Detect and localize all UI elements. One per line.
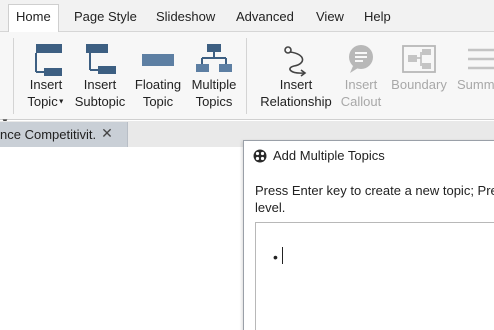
dialog-instruction: Press Enter key to create a new topic; P…	[255, 182, 494, 216]
multiple-topics-label-2: Topics	[195, 94, 233, 109]
multiple-topics-label-1: Multiple	[191, 77, 237, 92]
dialog-title: Add Multiple Topics	[273, 148, 385, 163]
close-icon[interactable]: ✕	[100, 125, 114, 141]
menu-slideshow[interactable]: Slideshow	[156, 4, 215, 29]
multiple-topics-button[interactable]: Multiple Topics	[188, 38, 240, 116]
app-logo-icon	[253, 149, 267, 166]
insert-callout-label-1: Insert	[344, 77, 378, 92]
insert-topic-label-2: Topic▼	[27, 94, 65, 109]
chevron-down-icon[interactable]: ▼	[58, 99, 65, 106]
insert-relationship-button[interactable]: Insert Relationship	[256, 38, 336, 116]
boundary-button[interactable]: Boundary	[388, 38, 450, 116]
insert-topic-icon	[26, 42, 66, 81]
summary-label: Summ	[457, 77, 494, 92]
boundary-label: Boundary	[391, 77, 447, 92]
document-tab[interactable]: nce Competitivit... ✕	[0, 122, 128, 147]
add-multiple-topics-dialog: Add Multiple Topics Press Enter key to c…	[243, 140, 494, 330]
ribbon-toolbar: ▼ Insert Topic▼	[0, 32, 494, 126]
insert-relationship-label-2: Relationship	[260, 94, 332, 109]
insert-topic-button[interactable]: Insert Topic▼	[21, 38, 71, 116]
document-tab-label: nce Competitivit...	[0, 127, 96, 142]
insert-callout-button[interactable]: Insert Callout	[336, 38, 386, 116]
floating-topic-label-1: Floating	[134, 77, 182, 92]
dialog-instruction-line-1: Press Enter key to create a new topic; P…	[255, 183, 494, 198]
menu-view[interactable]: View	[316, 4, 344, 29]
callout-icon	[341, 42, 381, 81]
menu-page-style[interactable]: Page Style	[74, 4, 137, 29]
ribbon-separator	[246, 38, 247, 114]
relationship-icon	[276, 42, 316, 81]
text-cursor	[282, 247, 283, 264]
insert-subtopic-icon	[80, 42, 120, 81]
summary-icon	[466, 42, 494, 81]
dialog-instruction-line-2: level.	[255, 200, 286, 215]
dialog-titlebar[interactable]: Add Multiple Topics	[244, 141, 494, 171]
menu-bar: Home Page Style Slideshow Advanced View …	[0, 0, 494, 32]
menu-advanced[interactable]: Advanced	[236, 4, 294, 29]
menu-help[interactable]: Help	[364, 4, 391, 29]
bullet-marker: •	[273, 249, 278, 265]
insert-topic-label-1: Insert	[29, 77, 63, 92]
ribbon-separator	[13, 38, 14, 114]
floating-topic-icon	[138, 42, 178, 81]
insert-relationship-label-1: Insert	[279, 77, 313, 92]
app-window: Home Page Style Slideshow Advanced View …	[0, 0, 494, 330]
insert-subtopic-label-2: Subtopic	[74, 94, 126, 109]
multiple-topics-icon	[194, 42, 234, 81]
topics-text-input[interactable]: •	[255, 222, 494, 330]
insert-callout-label-2: Callout	[340, 94, 382, 109]
insert-subtopic-button[interactable]: Insert Subtopic	[72, 38, 128, 116]
floating-topic-button[interactable]: Floating Topic	[132, 38, 184, 116]
summary-button[interactable]: Summ	[454, 38, 494, 116]
menu-home[interactable]: Home	[8, 4, 59, 32]
boundary-icon	[399, 42, 439, 81]
floating-topic-label-2: Topic	[142, 94, 174, 109]
insert-subtopic-label-1: Insert	[83, 77, 117, 92]
